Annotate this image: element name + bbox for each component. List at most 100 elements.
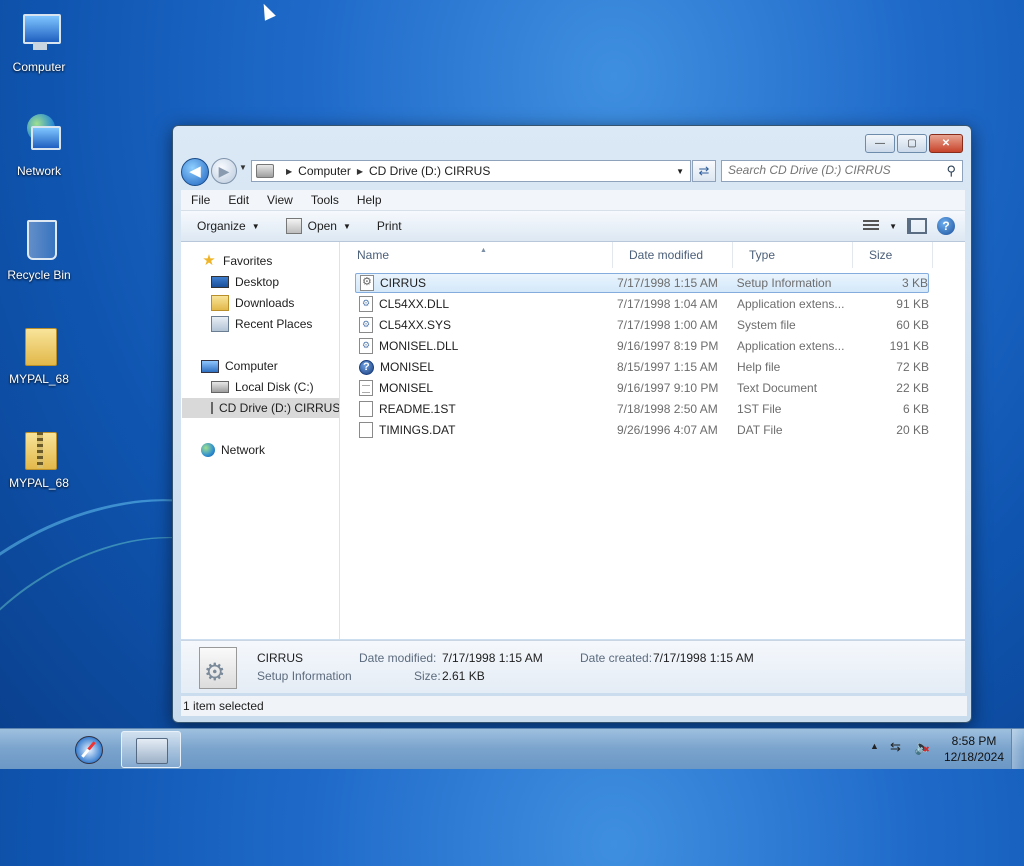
file-name: CL54XX.DLL	[379, 297, 450, 311]
nav-label: Favorites	[223, 254, 273, 268]
maximize-button[interactable]: ▢	[897, 134, 927, 153]
details-pane: CIRRUS Setup Information Date modified: …	[181, 640, 965, 693]
column-label: Size	[869, 248, 893, 262]
file-size: 22 KB	[896, 381, 929, 395]
desktop-icon-label: Recycle Bin	[7, 268, 71, 282]
clock-time: 8:58 PM	[951, 734, 997, 748]
column-header-date-modified[interactable]: Date modified	[613, 242, 733, 268]
menu-edit[interactable]: Edit	[218, 193, 257, 207]
safari-compass-icon[interactable]	[75, 736, 103, 764]
open-button[interactable]: Open ▼	[276, 218, 361, 234]
nav-desktop[interactable]: Desktop	[211, 272, 279, 292]
file-type: Application extens...	[737, 339, 845, 353]
views-dropdown-icon[interactable]: ▼	[889, 222, 897, 231]
nav-local-disk[interactable]: Local Disk (C:)	[211, 377, 314, 397]
preview-pane-icon[interactable]	[907, 218, 927, 234]
organize-label: Organize	[197, 219, 246, 233]
file-row[interactable]: TIMINGS.DAT 9/26/1996 4:07 AM DAT File 2…	[355, 420, 929, 440]
file-row[interactable]: MONISEL 8/15/1997 1:15 AM Help file 72 K…	[355, 357, 929, 377]
nav-label: Local Disk (C:)	[235, 380, 314, 394]
setup-info-icon	[360, 275, 374, 291]
chevron-right-icon[interactable]: ▶	[286, 167, 292, 176]
network-icon	[15, 112, 63, 160]
volume-muted-icon[interactable]: 🔈	[914, 739, 931, 756]
show-desktop-button[interactable]	[1011, 729, 1024, 769]
recycle-bin-icon	[15, 216, 63, 264]
menu-help[interactable]: Help	[347, 193, 390, 207]
dll-icon	[359, 296, 373, 312]
address-bar[interactable]: ▶ Computer ▶ CD Drive (D:) CIRRUS ▼	[251, 160, 691, 182]
search-icon[interactable]: ⚲	[946, 163, 956, 179]
content-area: ★ Favorites Desktop Downloads Recent Pla…	[181, 242, 965, 639]
file-type: Help file	[737, 360, 781, 374]
desktop-icon-mypal-folder[interactable]: MYPAL_68	[4, 320, 74, 386]
file-size: 72 KB	[896, 360, 929, 374]
back-button[interactable]: ◀	[181, 158, 209, 186]
close-button[interactable]: ✕	[929, 134, 963, 153]
open-label: Open	[307, 219, 337, 233]
navigation-pane: ★ Favorites Desktop Downloads Recent Pla…	[181, 242, 340, 639]
desktop-icon-network[interactable]: Network	[4, 112, 74, 178]
forward-button[interactable]: ▶	[211, 158, 237, 184]
system-clock[interactable]: 8:58 PM 12/18/2024	[940, 733, 1008, 765]
file-size: 91 KB	[896, 297, 929, 311]
column-header-size[interactable]: Size	[853, 242, 933, 268]
menu-file[interactable]: File	[181, 193, 218, 207]
file-row[interactable]: CL54XX.SYS 7/17/1998 1:00 AM System file…	[355, 315, 929, 335]
nav-cd-drive[interactable]: CD Drive (D:) CIRRUS	[182, 398, 339, 418]
nav-favorites[interactable]: ★ Favorites	[201, 251, 272, 271]
toolbar-right: ▼ ?	[863, 217, 965, 235]
chevron-right-icon[interactable]: ▶	[357, 167, 363, 176]
organize-button[interactable]: Organize ▼	[187, 219, 270, 233]
desktop-icon-computer[interactable]: Computer	[4, 8, 74, 74]
nav-recent-places[interactable]: Recent Places	[211, 314, 312, 334]
help-icon[interactable]: ?	[937, 217, 955, 235]
file-name: TIMINGS.DAT	[379, 423, 456, 437]
file-size: 6 KB	[902, 402, 929, 416]
file-type: DAT File	[737, 423, 783, 437]
file-row[interactable]: CL54XX.DLL 7/17/1998 1:04 AM Application…	[355, 294, 929, 314]
file-list: ▲ Name Date modified Type Size CIRRUS 7/…	[341, 242, 965, 639]
taskbar-explorer-button[interactable]	[121, 731, 181, 768]
file-row[interactable]: CIRRUS 7/17/1998 1:15 AM Setup Informati…	[355, 273, 929, 293]
text-file-icon	[359, 380, 373, 396]
file-row[interactable]: MONISEL 9/16/1997 9:10 PM Text Document …	[355, 378, 929, 398]
setup-info-large-icon	[199, 647, 237, 689]
file-name: MONISEL	[380, 360, 435, 374]
column-label: Date modified	[629, 248, 704, 262]
recent-pages-dropdown-icon[interactable]: ▼	[239, 163, 247, 172]
file-size: 191 KB	[889, 339, 929, 353]
open-with-icon	[285, 218, 302, 234]
computer-icon	[15, 8, 63, 56]
star-icon: ★	[202, 252, 216, 269]
nav-network[interactable]: Network	[201, 440, 265, 460]
nav-label: Recent Places	[235, 317, 313, 331]
breadcrumb-computer[interactable]: Computer	[298, 164, 351, 178]
print-button[interactable]: Print	[367, 219, 412, 233]
nav-computer[interactable]: Computer	[201, 356, 278, 376]
column-header-type[interactable]: Type	[733, 242, 853, 268]
refresh-button[interactable]: ⇄	[692, 160, 716, 182]
breadcrumb-cd-drive[interactable]: CD Drive (D:) CIRRUS	[369, 164, 490, 178]
address-dropdown-icon[interactable]: ▼	[676, 167, 684, 176]
dll-icon	[359, 338, 373, 354]
minimize-button[interactable]: —	[865, 134, 895, 153]
computer-icon	[201, 359, 219, 373]
file-date: 9/16/1997 8:19 PM	[617, 339, 719, 353]
search-input[interactable]	[722, 161, 933, 179]
desktop-icon-mypal-zip[interactable]: MYPAL_68	[4, 424, 74, 490]
clock-date: 12/18/2024	[943, 750, 1005, 764]
menu-view[interactable]: View	[257, 193, 301, 207]
menu-tools[interactable]: Tools	[301, 193, 347, 207]
details-date-created-label: Date created:	[580, 651, 653, 665]
change-view-icon[interactable]	[863, 220, 880, 232]
show-hidden-icons-icon[interactable]: ▲	[870, 741, 879, 751]
column-header-name[interactable]: ▲ Name	[341, 242, 613, 268]
cd-drive-icon	[211, 402, 213, 414]
desktop-icon-recycle-bin[interactable]: Recycle Bin	[4, 216, 74, 282]
nav-downloads[interactable]: Downloads	[211, 293, 294, 313]
file-row[interactable]: README.1ST 7/18/1998 2:50 AM 1ST File 6 …	[355, 399, 929, 419]
file-date: 7/17/1998 1:04 AM	[617, 297, 718, 311]
file-row[interactable]: MONISEL.DLL 9/16/1997 8:19 PM Applicatio…	[355, 336, 929, 356]
network-status-icon[interactable]: ⇆	[890, 739, 901, 755]
